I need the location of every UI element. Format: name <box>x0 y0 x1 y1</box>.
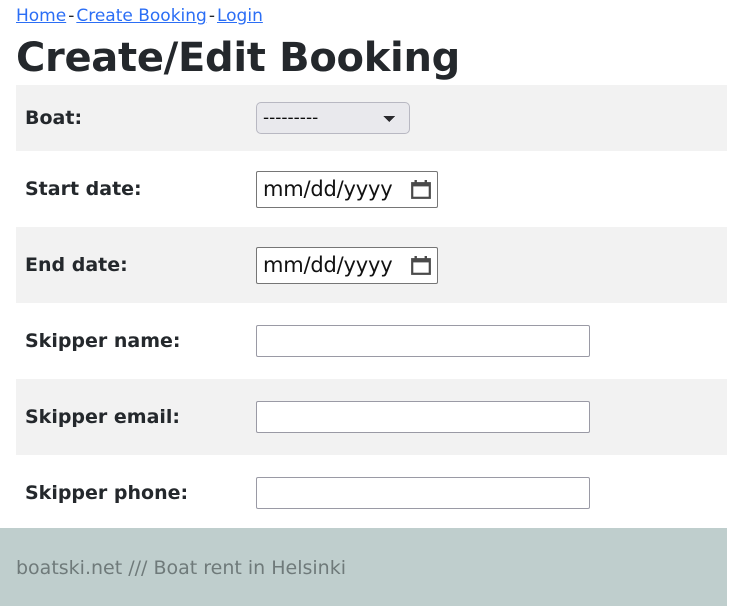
nav-separator-1: - <box>66 6 76 26</box>
form-row-skipper-email: Skipper email: <box>16 379 727 455</box>
field-label-skipper-email: Skipper email: <box>16 379 256 455</box>
boat-select[interactable]: --------- <box>256 102 410 134</box>
end-date-input[interactable]: mm/dd/yyyy <box>256 247 438 284</box>
form-row-start-date: Start date: mm/dd/yyyy <box>16 151 727 227</box>
breadcrumb-nav: Home-Create Booking-Login <box>0 0 744 29</box>
form-row-end-date: End date: mm/dd/yyyy <box>16 227 727 303</box>
skipper-phone-input[interactable] <box>256 477 590 509</box>
nav-link-home[interactable]: Home <box>16 6 66 26</box>
field-label-end-date: End date: <box>16 227 256 303</box>
form-row-skipper-phone: Skipper phone: <box>16 455 727 531</box>
booking-form-table: Boat: --------- Start date: mm/dd/yyyy <box>16 85 727 531</box>
nav-separator-2: - <box>207 6 217 26</box>
field-label-skipper-name: Skipper name: <box>16 303 256 379</box>
form-row-boat: Boat: --------- <box>16 85 727 151</box>
start-date-input[interactable]: mm/dd/yyyy <box>256 171 438 208</box>
field-cell-boat: --------- <box>256 85 727 151</box>
end-date-placeholder: mm/dd/yyyy <box>263 252 392 278</box>
nav-link-login[interactable]: Login <box>217 6 263 26</box>
footer-text: boatski.net /// Boat rent in Helsinki <box>0 528 727 580</box>
form-row-skipper-name: Skipper name: <box>16 303 727 379</box>
nav-link-create-booking[interactable]: Create Booking <box>76 6 207 26</box>
field-label-skipper-phone: Skipper phone: <box>16 455 256 531</box>
start-date-placeholder: mm/dd/yyyy <box>263 176 392 202</box>
field-cell-start-date: mm/dd/yyyy <box>256 151 727 227</box>
field-cell-skipper-phone <box>256 455 727 531</box>
field-label-start-date: Start date: <box>16 151 256 227</box>
page-title: Create/Edit Booking <box>0 29 744 85</box>
field-cell-skipper-email <box>256 379 727 455</box>
field-label-boat: Boat: <box>16 85 256 151</box>
booking-form: Boat: --------- Start date: mm/dd/yyyy <box>0 85 744 531</box>
field-cell-skipper-name <box>256 303 727 379</box>
field-cell-end-date: mm/dd/yyyy <box>256 227 727 303</box>
calendar-icon[interactable] <box>411 179 431 200</box>
calendar-icon[interactable] <box>411 255 431 276</box>
skipper-name-input[interactable] <box>256 325 590 357</box>
page-footer: boatski.net /// Boat rent in Helsinki <box>0 528 727 606</box>
skipper-email-input[interactable] <box>256 401 590 433</box>
